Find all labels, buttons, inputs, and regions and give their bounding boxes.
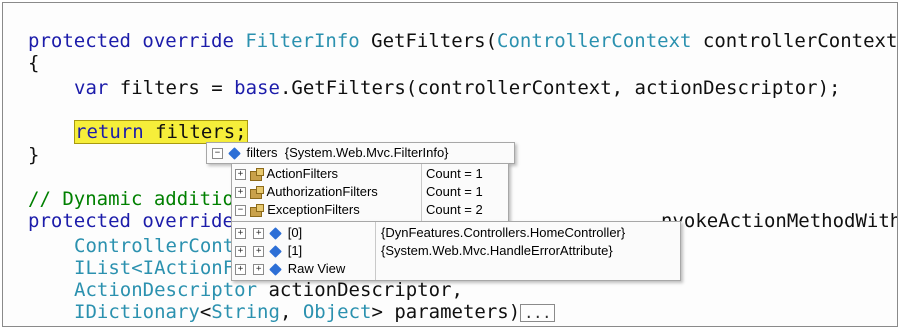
expand-toggle-icon[interactable]: + xyxy=(235,228,246,240)
expand-toggle-icon[interactable]: + xyxy=(253,264,265,276)
code-line-10: ActionDescriptor actionDescriptor, xyxy=(74,279,463,301)
datatip-item-row[interactable]: + + Raw View xyxy=(235,260,675,277)
datatip-members[interactable]: + ActionFilters Count = 1 + Authorizatio… xyxy=(231,163,509,222)
code-line-9: IList<IActionFi xyxy=(74,257,246,279)
property-icon xyxy=(249,185,264,199)
collapsed-region-button[interactable]: ... xyxy=(520,303,556,322)
datatip-member-row[interactable]: + AuthorizationFilters Count = 1 xyxy=(235,183,505,200)
code-line-7: protected override xyxy=(28,210,234,232)
code-line-1: protected override FilterInfo GetFilters… xyxy=(28,30,898,52)
collapse-toggle-icon[interactable]: − xyxy=(212,148,223,160)
hovered-variable[interactable]: filters xyxy=(155,121,235,143)
datatip-root-row[interactable]: − filters {System.Web.Mvc.FilterInfo} xyxy=(212,144,449,161)
datatip-item-row[interactable]: + + [1] {System.Web.Mvc.HandleErrorAttri… xyxy=(235,242,675,259)
current-statement-highlight: return filters; xyxy=(74,120,248,144)
code-line-2: { xyxy=(28,52,40,74)
code-editor[interactable]: protected override FilterInfo GetFilters… xyxy=(2,2,898,327)
expand-toggle-icon[interactable]: + xyxy=(235,169,246,181)
property-icon xyxy=(249,167,264,181)
datatip-member-row[interactable]: − ExceptionFilters Count = 2 xyxy=(235,201,505,218)
property-icon xyxy=(249,203,264,217)
field-icon xyxy=(228,147,242,160)
expand-toggle-icon[interactable]: + xyxy=(253,246,265,258)
field-icon xyxy=(269,227,283,240)
datatip-root[interactable]: − filters {System.Web.Mvc.FilterInfo} xyxy=(206,142,515,164)
code-line-4: return filters; xyxy=(74,120,248,144)
expand-toggle-icon[interactable]: + xyxy=(235,264,246,276)
code-line-7-tail: nvokeActionMethodWithFilters( xyxy=(661,210,898,232)
code-line-11: IDictionary<String, Object> parameters).… xyxy=(74,301,556,323)
code-line-6-comment: // Dynamic additio xyxy=(28,188,234,210)
datatip-items[interactable]: + + [0] {DynFeatures.Controllers.HomeCon… xyxy=(231,221,681,281)
expand-toggle-icon[interactable]: + xyxy=(253,228,265,240)
expand-toggle-icon[interactable]: + xyxy=(235,187,246,199)
datatip-member-row[interactable]: + ActionFilters Count = 1 xyxy=(235,165,505,182)
collapse-toggle-icon[interactable]: − xyxy=(235,205,246,217)
code-line-3: var filters = base.GetFilters(controller… xyxy=(74,77,841,99)
field-icon xyxy=(269,263,283,276)
code-line-5: } xyxy=(28,144,40,166)
code-line-8: ControllerCont xyxy=(74,235,235,257)
expand-toggle-icon[interactable]: + xyxy=(235,246,246,258)
datatip-item-row[interactable]: + + [0] {DynFeatures.Controllers.HomeCon… xyxy=(235,224,675,241)
field-icon xyxy=(269,245,283,258)
